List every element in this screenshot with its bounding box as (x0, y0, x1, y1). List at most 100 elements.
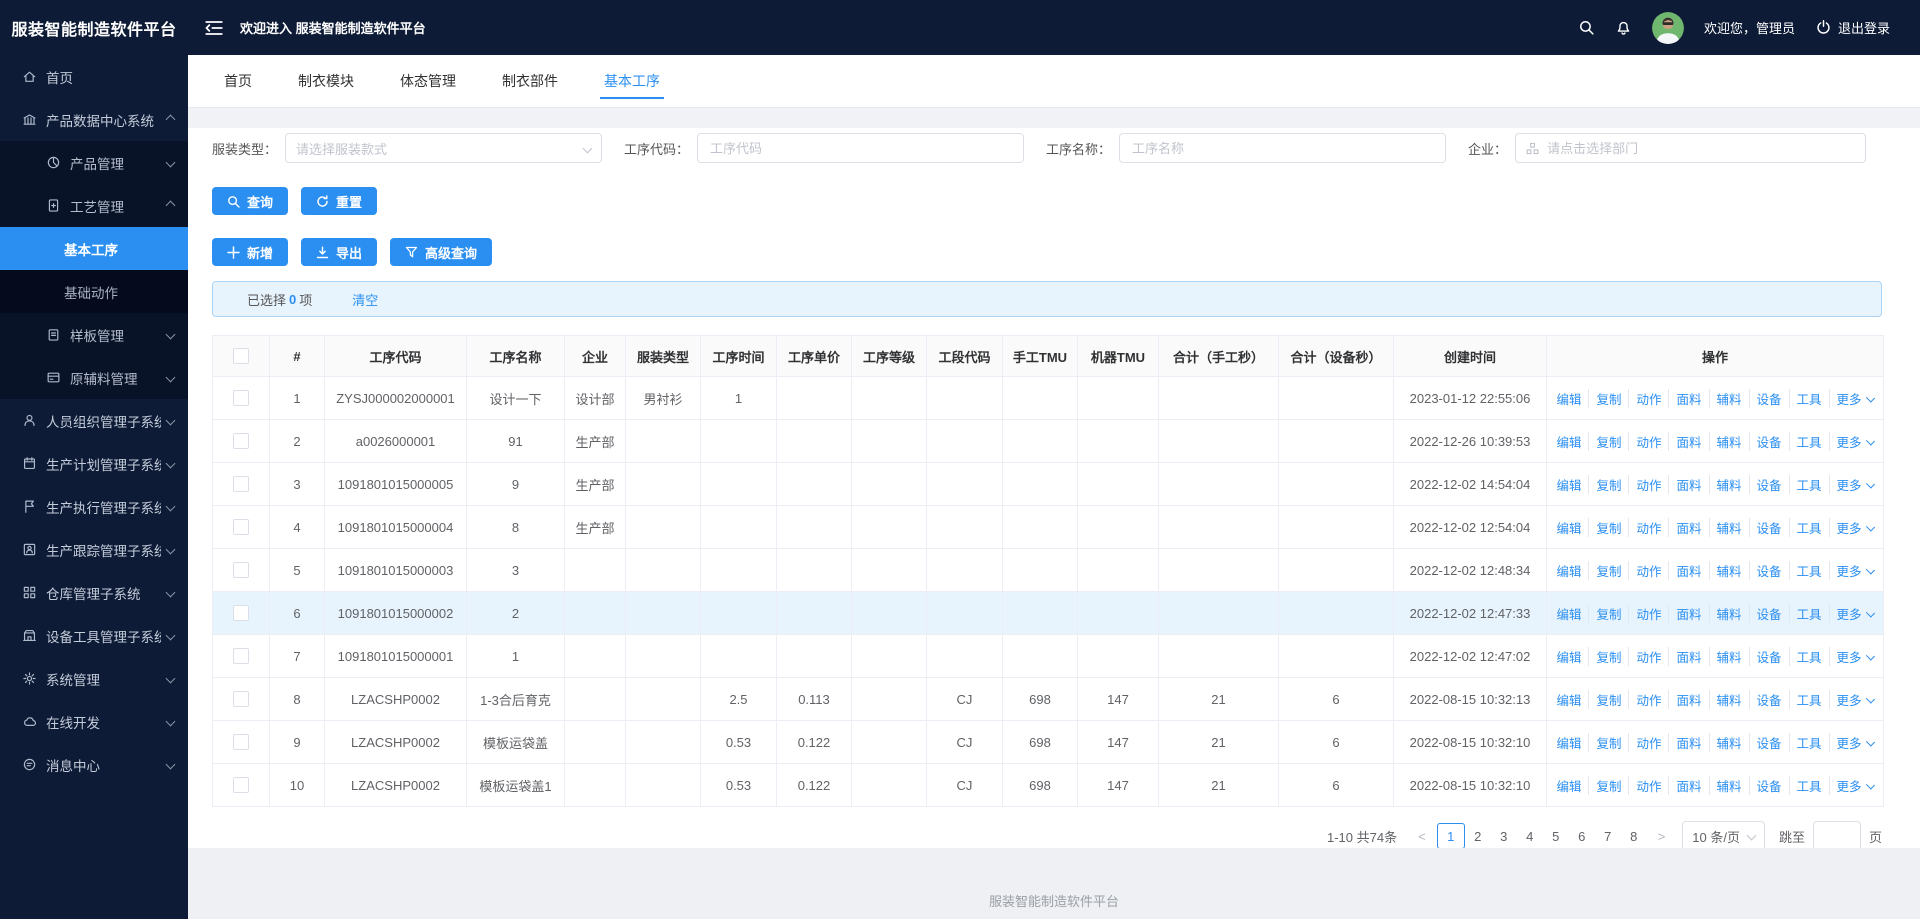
search-button[interactable]: 查询 (212, 187, 289, 215)
row-action-link[interactable]: 设备 (1748, 775, 1789, 795)
row-action-link[interactable]: 工具 (1788, 560, 1829, 580)
row-checkbox[interactable] (233, 691, 249, 708)
sidebar-item[interactable]: 工艺管理 (0, 184, 188, 227)
row-action-more[interactable]: 更多 (1828, 775, 1881, 795)
menu-fold-icon[interactable] (204, 19, 224, 37)
tab-3[interactable]: 制衣部件 (502, 55, 558, 107)
row-action-link[interactable]: 编辑 (1549, 690, 1588, 709)
row-action-link[interactable]: 设备 (1748, 431, 1789, 451)
row-action-link[interactable]: 面料 (1668, 517, 1708, 537)
row-action-more[interactable]: 更多 (1828, 732, 1881, 752)
row-action-link[interactable]: 辅料 (1708, 388, 1749, 408)
row-action-link[interactable]: 设备 (1748, 732, 1789, 752)
row-action-link[interactable]: 动作 (1628, 517, 1668, 537)
pagination-page-8[interactable]: 8 (1621, 824, 1647, 848)
row-action-link[interactable]: 复制 (1588, 775, 1628, 795)
row-checkbox[interactable] (233, 476, 249, 493)
pagination-next[interactable]: > (1653, 829, 1671, 844)
row-action-link[interactable]: 复制 (1588, 474, 1628, 494)
row-action-more[interactable]: 更多 (1828, 646, 1881, 666)
row-action-link[interactable]: 辅料 (1708, 560, 1749, 580)
pagination-page-1[interactable]: 1 (1436, 823, 1465, 848)
row-action-link[interactable]: 面料 (1668, 560, 1708, 580)
process-code-input[interactable] (708, 139, 1014, 157)
row-action-link[interactable]: 辅料 (1708, 474, 1749, 494)
pagination-prev[interactable]: < (1413, 829, 1431, 844)
row-action-link[interactable]: 工具 (1788, 646, 1829, 666)
row-action-link[interactable]: 复制 (1588, 646, 1628, 666)
row-action-link[interactable]: 面料 (1668, 646, 1708, 666)
row-checkbox[interactable] (233, 777, 249, 794)
select-all-checkbox[interactable] (233, 348, 249, 365)
row-action-link[interactable]: 辅料 (1708, 775, 1749, 795)
row-action-more[interactable]: 更多 (1828, 517, 1881, 537)
sidebar-item[interactable]: 原辅料管理 (0, 356, 188, 399)
row-action-link[interactable]: 辅料 (1708, 517, 1749, 537)
row-action-more[interactable]: 更多 (1828, 689, 1881, 709)
pagination-page-4[interactable]: 4 (1517, 824, 1543, 848)
sidebar-item[interactable]: 生产计划管理子系统 (0, 442, 188, 485)
row-action-link[interactable]: 设备 (1748, 517, 1789, 537)
row-action-link[interactable]: 工具 (1788, 603, 1829, 623)
row-action-link[interactable]: 编辑 (1549, 733, 1588, 752)
sidebar-item[interactable]: 基本工序 (0, 227, 188, 270)
row-action-link[interactable]: 复制 (1588, 431, 1628, 451)
row-checkbox[interactable] (233, 519, 249, 536)
page-jump-input[interactable] (1812, 821, 1861, 848)
row-action-link[interactable]: 复制 (1588, 732, 1628, 752)
row-action-link[interactable]: 编辑 (1549, 776, 1588, 795)
sidebar-item[interactable]: 系统管理 (0, 657, 188, 700)
row-action-link[interactable]: 辅料 (1708, 646, 1749, 666)
row-action-link[interactable]: 工具 (1788, 474, 1829, 494)
row-action-more[interactable]: 更多 (1828, 431, 1881, 451)
pagination-page-3[interactable]: 3 (1491, 824, 1517, 848)
row-action-link[interactable]: 辅料 (1708, 431, 1749, 451)
add-button[interactable]: 新增 (212, 238, 289, 266)
row-action-more[interactable]: 更多 (1828, 474, 1881, 494)
sidebar-item[interactable]: 设备工具管理子系统 (0, 614, 188, 657)
row-action-link[interactable]: 工具 (1788, 689, 1829, 709)
row-action-link[interactable]: 工具 (1788, 388, 1829, 408)
pagination-page-2[interactable]: 2 (1465, 824, 1491, 848)
row-action-more[interactable]: 更多 (1828, 603, 1881, 623)
row-action-link[interactable]: 面料 (1668, 603, 1708, 623)
row-action-link[interactable]: 动作 (1628, 732, 1668, 752)
row-action-link[interactable]: 辅料 (1708, 732, 1749, 752)
pagination-page-7[interactable]: 7 (1595, 824, 1621, 848)
row-action-link[interactable]: 工具 (1788, 732, 1829, 752)
sidebar-item[interactable]: 样板管理 (0, 313, 188, 356)
advanced-query-button[interactable]: 高级查询 (390, 238, 493, 266)
row-action-link[interactable]: 复制 (1588, 517, 1628, 537)
row-action-link[interactable]: 工具 (1788, 431, 1829, 451)
row-action-link[interactable]: 动作 (1628, 431, 1668, 451)
row-action-link[interactable]: 动作 (1628, 388, 1668, 408)
user-avatar[interactable] (1651, 11, 1684, 44)
row-action-link[interactable]: 动作 (1628, 603, 1668, 623)
row-action-link[interactable]: 复制 (1588, 689, 1628, 709)
row-action-link[interactable]: 辅料 (1708, 689, 1749, 709)
sidebar-item[interactable]: 产品管理 (0, 141, 188, 184)
row-action-link[interactable]: 复制 (1588, 560, 1628, 580)
row-action-link[interactable]: 编辑 (1549, 518, 1588, 537)
sidebar-item[interactable]: 人员组织管理子系统 (0, 399, 188, 442)
row-action-link[interactable]: 工具 (1788, 517, 1829, 537)
sidebar-item[interactable]: 仓库管理子系统 (0, 571, 188, 614)
row-action-link[interactable]: 面料 (1668, 732, 1708, 752)
sidebar-item[interactable]: 基础动作 (0, 270, 188, 313)
enterprise-input[interactable] (1545, 139, 1856, 157)
tab-2[interactable]: 体态管理 (400, 55, 456, 107)
row-checkbox[interactable] (233, 605, 249, 622)
row-action-link[interactable]: 辅料 (1708, 603, 1749, 623)
row-action-link[interactable]: 编辑 (1549, 647, 1588, 666)
row-action-link[interactable]: 面料 (1668, 431, 1708, 451)
row-action-link[interactable]: 编辑 (1549, 561, 1588, 580)
row-action-link[interactable]: 面料 (1668, 689, 1708, 709)
row-action-link[interactable]: 面料 (1668, 474, 1708, 494)
row-action-link[interactable]: 复制 (1588, 603, 1628, 623)
row-action-more[interactable]: 更多 (1828, 388, 1881, 408)
row-action-link[interactable]: 动作 (1628, 689, 1668, 709)
process-name-input[interactable] (1130, 139, 1436, 157)
sidebar-item[interactable]: 首页 (0, 55, 188, 98)
row-action-link[interactable]: 编辑 (1549, 389, 1588, 408)
row-action-link[interactable]: 设备 (1748, 603, 1789, 623)
